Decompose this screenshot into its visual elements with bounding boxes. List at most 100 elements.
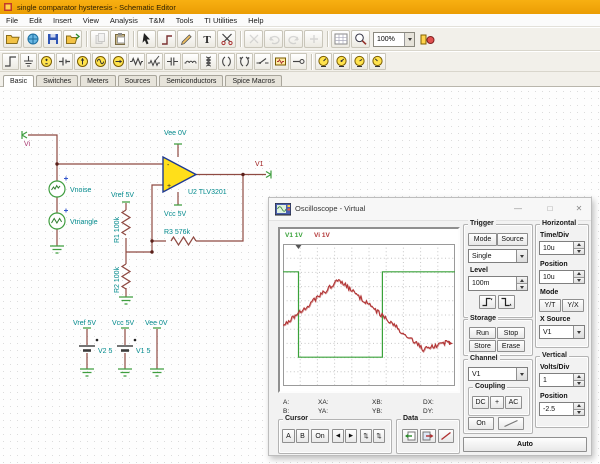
erase-button[interactable]: Erase [497, 340, 525, 352]
source-vnoise[interactable] [49, 177, 68, 198]
minimize-button[interactable]: — [509, 200, 527, 216]
import-file-button[interactable] [63, 30, 82, 48]
run-button[interactable]: Run [469, 327, 496, 339]
trigger-level-spinner[interactable]: 100m [468, 276, 528, 291]
maximize-button[interactable]: □ [541, 200, 559, 216]
copy-data-button[interactable] [402, 429, 418, 443]
battery-v2[interactable] [79, 339, 98, 351]
open-file-button[interactable] [3, 30, 22, 48]
cursor-left-button[interactable]: ◀ [332, 429, 344, 443]
component-current-generator[interactable] [110, 53, 127, 70]
component-current-source[interactable] [74, 53, 91, 70]
copy-button[interactable] [90, 30, 109, 48]
export-data-button[interactable] [420, 429, 436, 443]
store-button[interactable]: Store [469, 340, 496, 352]
pencil-tool-button[interactable] [177, 30, 196, 48]
yt-button[interactable]: Y/T [539, 299, 561, 312]
component-resistor[interactable] [128, 53, 145, 70]
curve-button[interactable] [438, 429, 454, 443]
menu-tools[interactable]: Tools [176, 16, 194, 25]
label-bat-v1[interactable]: V1 5 [136, 348, 151, 355]
tab-meters[interactable]: Meters [80, 75, 115, 86]
label-vcc-opamp[interactable]: Vcc 5V [164, 211, 187, 218]
spin-down-button[interactable] [517, 284, 527, 290]
cursor-a-button[interactable]: A [282, 429, 295, 443]
falling-edge-button[interactable] [498, 295, 515, 309]
component-capacitor[interactable] [164, 53, 181, 70]
delete-tool-button[interactable] [244, 30, 263, 48]
coupling-ground-button[interactable]: + [490, 396, 504, 409]
label-u2[interactable]: U2 TLV3201 [188, 189, 227, 196]
opamp-u2[interactable]: - + [163, 157, 196, 192]
output-pin-v1[interactable] [266, 171, 271, 179]
resistor-r3[interactable] [171, 237, 196, 245]
component-inductor[interactable] [182, 53, 199, 70]
component-wire[interactable] [2, 53, 19, 70]
label-vref-bat[interactable]: Vref 5V [73, 320, 96, 327]
label-bat-v2[interactable]: V2 5 [98, 348, 113, 355]
tab-semiconductors[interactable]: Semiconductors [159, 75, 223, 86]
resistor-r2[interactable] [122, 264, 130, 289]
label-vee-bat[interactable]: Vee 0V [145, 320, 168, 327]
cut-tool-button[interactable] [217, 30, 236, 48]
component-battery[interactable] [56, 53, 73, 70]
rising-edge-button[interactable] [479, 295, 496, 309]
voltsdiv-spinner[interactable]: 1 [539, 373, 585, 387]
label-vref-r1[interactable]: Vref 5V [111, 192, 134, 199]
v-position-spinner[interactable]: -2.5 [539, 402, 585, 416]
net-label-vi[interactable]: Vi [24, 141, 31, 148]
label-vnoise[interactable]: Vnoise [70, 187, 92, 194]
battery-v1[interactable] [117, 339, 136, 351]
cursor-updown-b-button[interactable]: ⇅ [373, 429, 385, 443]
label-vcc-bat[interactable]: Vcc 5V [112, 320, 135, 327]
menu-tm[interactable]: T&M [149, 16, 165, 25]
wire-tool-button[interactable] [157, 30, 176, 48]
oscilloscope-title-bar[interactable]: Oscilloscope - Virtual — □ ✕ [269, 198, 591, 221]
paste-button[interactable] [110, 30, 129, 48]
component-potentiometer[interactable] [146, 53, 163, 70]
redo-button[interactable] [284, 30, 303, 48]
select-tool-button[interactable] [137, 30, 156, 48]
menu-edit[interactable]: Edit [29, 16, 42, 25]
component-coupled-inductors-2[interactable] [236, 53, 253, 70]
grid-toggle-button[interactable] [331, 30, 350, 48]
spin-down-button[interactable] [574, 249, 584, 255]
chevron-down-icon[interactable] [573, 326, 584, 338]
label-r3[interactable]: R3 576k [164, 229, 191, 236]
spin-down-button[interactable] [574, 381, 584, 387]
cursor-on-button[interactable]: On [311, 429, 329, 443]
channel-on-button[interactable]: On [468, 417, 494, 430]
zoom-plus-button[interactable] [304, 30, 323, 48]
tab-basic[interactable]: Basic [3, 75, 34, 87]
component-ohmmeter[interactable] [351, 53, 368, 70]
input-pin-vi[interactable] [22, 131, 27, 139]
component-coupled-inductors[interactable] [218, 53, 235, 70]
coupling-ac-button[interactable]: AC [505, 396, 522, 409]
component-voltage-generator[interactable] [92, 53, 109, 70]
tab-sources[interactable]: Sources [118, 75, 158, 86]
channel-select[interactable]: V1 [468, 367, 528, 381]
label-vee-top[interactable]: Vee 0V [164, 130, 187, 137]
component-relay[interactable] [272, 53, 289, 70]
oscilloscope-window[interactable]: Oscilloscope - Virtual — □ ✕ V1 1V Vi 1V… [268, 197, 592, 456]
resistor-r1[interactable] [122, 210, 130, 235]
component-ground[interactable] [20, 53, 37, 70]
chevron-down-icon[interactable] [516, 250, 527, 262]
menu-ti-utilities[interactable]: TI Utilities [204, 16, 237, 25]
export-web-button[interactable] [23, 30, 42, 48]
component-switch[interactable] [254, 53, 271, 70]
cursor-b-button[interactable]: B [296, 429, 309, 443]
zoom-level-select[interactable]: 100% [373, 32, 415, 47]
timediv-spinner[interactable]: 10u [539, 241, 585, 255]
save-button[interactable] [43, 30, 62, 48]
menu-analysis[interactable]: Analysis [110, 16, 138, 25]
component-pin[interactable] [290, 53, 307, 70]
net-label-v1[interactable]: V1 [255, 161, 264, 168]
tab-switches[interactable]: Switches [36, 75, 78, 86]
close-button[interactable]: ✕ [570, 200, 588, 216]
spin-down-button[interactable] [574, 278, 584, 284]
xsource-select[interactable]: V1 [539, 325, 585, 339]
undo-button[interactable] [264, 30, 283, 48]
cursor-updown-a-button[interactable]: ⇅ [360, 429, 372, 443]
zoom-tool-button[interactable] [351, 30, 370, 48]
